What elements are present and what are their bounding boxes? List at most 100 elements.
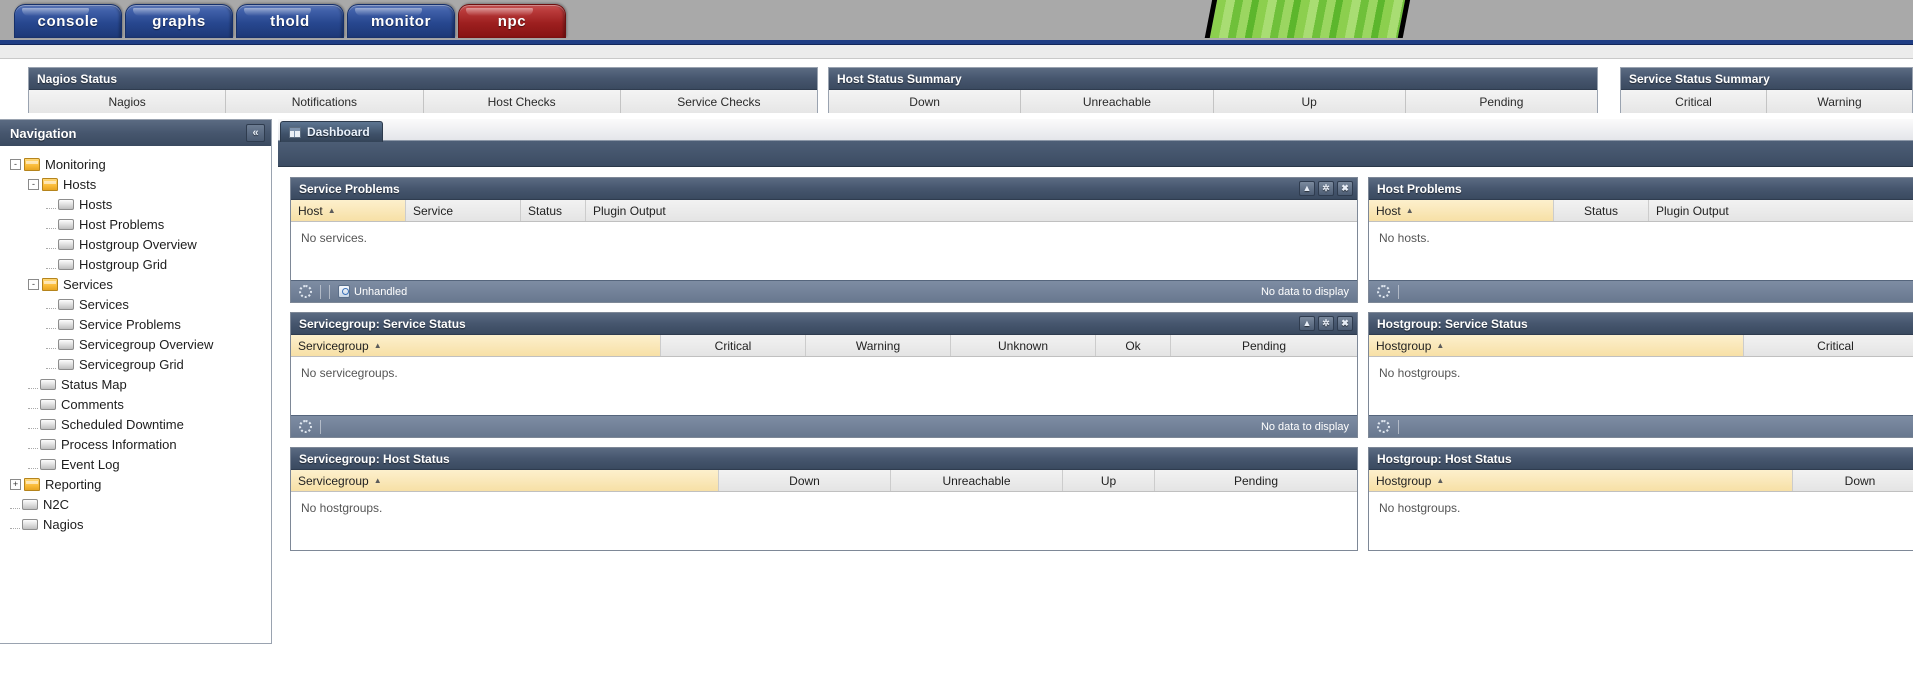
tab-dashboard[interactable]: Dashboard <box>280 121 383 142</box>
column-header-plugin-output[interactable]: Plugin Output <box>586 200 1357 221</box>
tree-connector <box>28 439 38 449</box>
sidebar-item-nagios[interactable]: Nagios <box>10 514 271 534</box>
sidebar-item-hosts[interactable]: Hosts <box>10 194 271 214</box>
empty-state-hostgroup-service-status: No hostgroups. <box>1369 357 1913 415</box>
sidebar-item-services[interactable]: Services <box>10 294 271 314</box>
sidebar-item-servicegroup-overview[interactable]: Servicegroup Overview <box>10 334 271 354</box>
sidebar-item-label: Host Problems <box>79 216 165 232</box>
refresh-icon[interactable] <box>299 285 312 298</box>
panel-close-icon[interactable]: ✖ <box>1337 181 1353 196</box>
column-header-up[interactable]: Up <box>1063 470 1155 491</box>
app-tab-thold[interactable]: thold <box>236 4 344 38</box>
sidebar-item-hostgroup-grid[interactable]: Hostgroup Grid <box>10 254 271 274</box>
column-header-host[interactable]: Host ▲ <box>291 200 406 221</box>
panel-collapse-icon[interactable]: ▲ <box>1299 181 1315 196</box>
column-header-pending[interactable]: Pending <box>1171 335 1357 356</box>
summary-col-nagios[interactable]: Nagios <box>29 90 227 113</box>
sidebar-item-status-map[interactable]: Status Map <box>10 374 271 394</box>
footer-divider <box>320 284 321 299</box>
column-header-unknown[interactable]: Unknown <box>951 335 1096 356</box>
column-header-hostgroup[interactable]: Hostgroup ▲ <box>1369 335 1744 356</box>
column-header-warning[interactable]: Warning <box>806 335 951 356</box>
collapse-sidebar-button[interactable]: « <box>246 124 265 142</box>
sidebar-item-n2c[interactable]: N2C <box>10 494 271 514</box>
footer-divider <box>1398 284 1399 299</box>
tree-connector <box>46 199 56 209</box>
sidebar-item-service-problems[interactable]: Service Problems <box>10 314 271 334</box>
sidebar-item-servicegroup-grid[interactable]: Servicegroup Grid <box>10 354 271 374</box>
column-header-pending[interactable]: Pending <box>1155 470 1357 491</box>
column-header-servicegroup[interactable]: Servicegroup ▲ <box>291 335 661 356</box>
tree-connector <box>46 259 56 269</box>
page-icon <box>40 438 56 450</box>
panel-settings-gear-icon[interactable]: ✲ <box>1318 316 1334 331</box>
table-header-host-problems: Host ▲ Status Plugin Output <box>1369 200 1913 222</box>
tree-connector <box>28 459 38 469</box>
column-header-status[interactable]: Status <box>521 200 586 221</box>
panel-header-service-problems: Service Problems ▲ ✲ ✖ <box>291 178 1357 200</box>
panel-settings-gear-icon[interactable]: ✲ <box>1318 181 1334 196</box>
column-header-down[interactable]: Down <box>719 470 891 491</box>
column-header-critical[interactable]: Critical <box>661 335 806 356</box>
sidebar-item-scheduled-downtime[interactable]: Scheduled Downtime <box>10 414 271 434</box>
summary-col-down[interactable]: Down <box>829 90 1022 113</box>
refresh-icon[interactable] <box>1377 285 1390 298</box>
column-header-label: Servicegroup <box>298 473 369 488</box>
column-header-hostgroup[interactable]: Hostgroup ▲ <box>1369 470 1793 491</box>
column-header-plugin-output[interactable]: Plugin Output <box>1649 200 1913 221</box>
app-tab-monitor[interactable]: monitor <box>347 4 455 38</box>
table-header-servicegroup-host-status: Servicegroup ▲ Down Unreachable Up Pending <box>291 470 1357 492</box>
panel-title: Hostgroup: Service Status <box>1377 316 1528 331</box>
app-tabs: console graphs thold monitor npc <box>14 4 566 38</box>
sidebar-item-monitoring[interactable]: - Monitoring <box>10 154 271 174</box>
column-header-down[interactable]: Down <box>1793 470 1913 491</box>
folder-icon <box>42 277 58 291</box>
panel-collapse-icon[interactable]: ▲ <box>1299 316 1315 331</box>
column-header-critical[interactable]: Critical <box>1744 335 1913 356</box>
page-icon <box>40 458 56 470</box>
sidebar-item-hostgroup-overview[interactable]: Hostgroup Overview <box>10 234 271 254</box>
column-header-servicegroup[interactable]: Servicegroup ▲ <box>291 470 719 491</box>
sidebar-item-label: Process Information <box>61 436 177 452</box>
app-tab-console[interactable]: console <box>14 4 122 38</box>
folder-icon <box>24 477 40 491</box>
summary-col-host-checks[interactable]: Host Checks <box>424 90 621 113</box>
tree-expand-icon[interactable]: + <box>10 478 21 490</box>
refresh-icon[interactable] <box>299 420 312 433</box>
tree-collapse-icon[interactable]: - <box>28 178 39 190</box>
column-header-ok[interactable]: Ok <box>1096 335 1171 356</box>
page-icon <box>58 318 74 330</box>
column-header-host[interactable]: Host ▲ <box>1369 200 1554 221</box>
panel-header-hostgroup-host-status: Hostgroup: Host Status <box>1369 448 1913 470</box>
summary-col-warning[interactable]: Warning <box>1767 90 1912 113</box>
tab-dashboard-label: Dashboard <box>307 125 370 139</box>
sidebar-item-host-problems[interactable]: Host Problems <box>10 214 271 234</box>
sort-ascending-icon: ▲ <box>373 341 382 350</box>
unhandled-filter-button[interactable]: Unhandled <box>338 285 407 298</box>
sidebar-item-label: N2C <box>43 496 70 512</box>
panel-header-hostgroup-service-status: Hostgroup: Service Status <box>1369 313 1913 335</box>
sidebar-item-event-log[interactable]: Event Log <box>10 454 271 474</box>
sidebar-item-process-information[interactable]: Process Information <box>10 434 271 454</box>
column-header-service[interactable]: Service <box>406 200 521 221</box>
summary-col-critical[interactable]: Critical <box>1621 90 1767 113</box>
sidebar-item-comments[interactable]: Comments <box>10 394 271 414</box>
column-header-unreachable[interactable]: Unreachable <box>891 470 1063 491</box>
column-header-label: Ok <box>1125 338 1141 353</box>
tree-collapse-icon[interactable]: - <box>28 278 39 290</box>
sidebar-item-reporting[interactable]: + Reporting <box>10 474 271 494</box>
tree-collapse-icon[interactable]: - <box>10 158 21 170</box>
summary-col-pending[interactable]: Pending <box>1406 90 1597 113</box>
sidebar-item-hosts[interactable]: - Hosts <box>10 174 271 194</box>
app-tab-graphs[interactable]: graphs <box>125 4 233 38</box>
panel-close-icon[interactable]: ✖ <box>1337 316 1353 331</box>
summary-col-service-checks[interactable]: Service Checks <box>621 90 817 113</box>
summary-col-unreachable[interactable]: Unreachable <box>1021 90 1214 113</box>
summary-col-up[interactable]: Up <box>1214 90 1406 113</box>
summary-col-notifications[interactable]: Notifications <box>226 90 424 113</box>
column-header-status[interactable]: Status <box>1554 200 1649 221</box>
sidebar-item-services[interactable]: - Services <box>10 274 271 294</box>
column-header-label: Service <box>413 203 454 218</box>
app-tab-npc[interactable]: npc <box>458 4 566 38</box>
refresh-icon[interactable] <box>1377 420 1390 433</box>
